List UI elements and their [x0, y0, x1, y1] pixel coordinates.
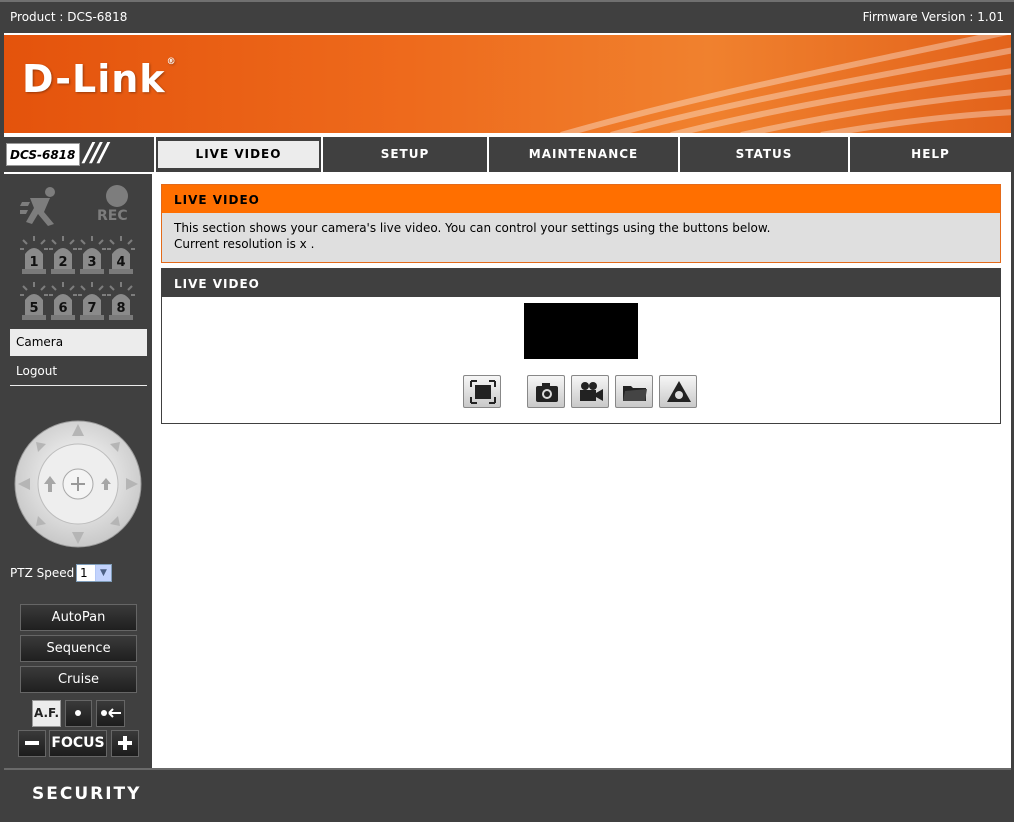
alarm-number: 6 [58, 301, 67, 316]
alarm-7-icon: 7 [78, 282, 106, 320]
alarm-1-icon: 1 [20, 236, 48, 274]
tab-maintenance[interactable]: MAINTENANCE [489, 137, 678, 172]
video-camera-icon [580, 382, 603, 401]
alarm-number: 7 [87, 301, 96, 316]
fullscreen-icon [470, 380, 496, 404]
chevron-down-icon: ▼ [95, 565, 111, 581]
sidebar-item-camera[interactable]: Camera [10, 329, 147, 356]
fullscreen-button[interactable] [463, 375, 501, 408]
dot-arrow-icon [101, 708, 121, 718]
motion-detection-icon [20, 187, 55, 226]
alarm-6-icon: 6 [49, 282, 77, 320]
security-label: SECURITY [32, 784, 142, 804]
folder-icon [623, 386, 647, 401]
sequence-button[interactable]: Sequence [20, 635, 137, 662]
storage-folder-button[interactable] [615, 375, 653, 408]
tab-live-video[interactable]: LIVE VIDEO [156, 137, 321, 172]
focus-label: FOCUS [49, 730, 107, 757]
alarm-5-icon: 5 [20, 282, 48, 320]
autopan-button[interactable]: AutoPan [20, 604, 137, 631]
minus-icon [25, 741, 39, 745]
alarm-number: 2 [58, 255, 67, 270]
dot-icon [75, 710, 81, 716]
tab-help[interactable]: HELP [850, 137, 1011, 172]
record-video-button[interactable] [571, 375, 609, 408]
bottom-frame-edge [0, 818, 1014, 822]
focus-far-button[interactable] [96, 700, 125, 727]
snapshot-button[interactable] [527, 375, 565, 408]
left-sidebar: REC 1 2 3 4 5 6 7 8 Camera Logout PTZ Speed 1 ▼… [4, 174, 152, 768]
ptz-speed-select[interactable]: 1 ▼ [76, 564, 112, 582]
video-panel-title: LIVE VIDEO [162, 269, 1000, 297]
tab-setup[interactable]: SETUP [323, 137, 487, 172]
sidebar-divider [10, 385, 147, 386]
ptz-speed-label: PTZ Speed [10, 566, 75, 580]
alarm-number: 5 [29, 301, 38, 316]
svg-text:REC: REC [97, 208, 128, 224]
alarm-number: 1 [29, 255, 38, 270]
product-bar: Product : DCS-6818 Firmware Version : 1.… [0, 0, 1014, 33]
info-panel-title: LIVE VIDEO [162, 185, 1000, 213]
plus-icon [118, 736, 132, 750]
live-video-panel: LIVE VIDEO [161, 268, 1001, 424]
product-label: Product : DCS-6818 [10, 10, 128, 24]
alarm-number: 4 [116, 255, 125, 270]
camera-icon [536, 383, 558, 402]
autofocus-button[interactable]: A.F. [32, 700, 61, 727]
focus-near-button[interactable] [65, 700, 92, 727]
info-description: This section shows your camera's live vi… [174, 221, 771, 235]
focus-minus-button[interactable] [18, 730, 46, 757]
sidebar-item-logout[interactable]: Logout [10, 358, 147, 385]
banner-stripes [560, 35, 1011, 133]
video-viewport[interactable] [524, 303, 638, 359]
model-badge: DCS-6818 /// [4, 137, 154, 172]
live-video-info-panel: LIVE VIDEO This section shows your camer… [161, 184, 1001, 263]
warning-icon [667, 381, 691, 402]
alarm-2-icon: 2 [49, 236, 77, 274]
info-panel-body: This section shows your camera's live vi… [162, 213, 1000, 252]
dlink-logo: D-Link® [22, 57, 177, 101]
record-icon: REC [97, 185, 128, 224]
alarm-trigger-button[interactable] [659, 375, 697, 408]
tab-status[interactable]: STATUS [680, 137, 848, 172]
footer: SECURITY [4, 768, 1011, 818]
main-navigation: DCS-6818 /// LIVE VIDEO SETUP MAINTENANC… [4, 135, 1011, 174]
model-slashes: /// [84, 138, 108, 168]
model-name: DCS-6818 [6, 143, 80, 166]
brand-banner: D-Link® [4, 33, 1011, 133]
cruise-button[interactable]: Cruise [20, 666, 137, 693]
ptz-direction-pad[interactable] [14, 420, 142, 548]
alarm-number: 3 [87, 255, 96, 270]
alarm-3-icon: 3 [78, 236, 106, 274]
firmware-label: Firmware Version : 1.01 [862, 10, 1004, 24]
resolution-text: Current resolution is x . [174, 237, 315, 251]
alarm-number: 8 [116, 301, 125, 316]
alarm-4-icon: 4 [107, 236, 135, 274]
alarm-8-icon: 8 [107, 282, 135, 320]
focus-plus-button[interactable] [111, 730, 139, 757]
